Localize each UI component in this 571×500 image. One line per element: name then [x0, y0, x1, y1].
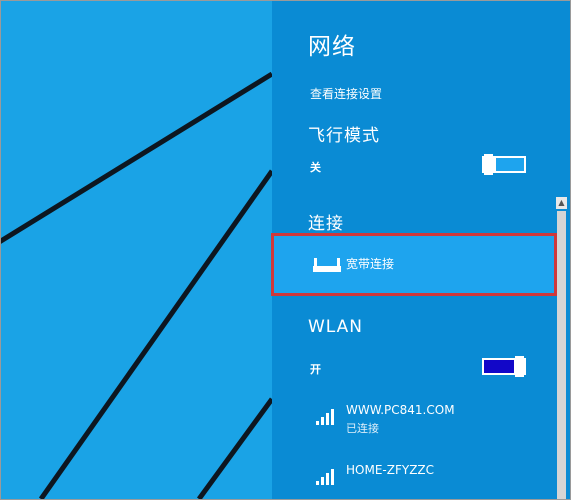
airplane-toggle-thumb [484, 154, 493, 175]
wifi-network-name: WWW.PC841.COM [346, 403, 455, 417]
scrollbar-thumb[interactable] [557, 211, 566, 499]
view-connection-settings-link[interactable]: 查看连接设置 [310, 85, 382, 102]
panel-title: 网络 [308, 34, 356, 60]
airplane-mode-toggle[interactable] [482, 154, 526, 175]
panel-scrollbar[interactable]: ▲ [556, 197, 567, 499]
wifi-network-item[interactable]: WWW.PC841.COM 已连接 [312, 403, 552, 443]
connections-heading: 连接 [308, 214, 344, 234]
wlan-toggle-thumb [515, 356, 524, 377]
wlan-heading: WLAN [308, 317, 364, 337]
airplane-toggle-track [496, 158, 524, 171]
desktop-wallpaper [1, 1, 272, 499]
airplane-mode-heading: 飞行模式 [308, 126, 380, 146]
wlan-toggle[interactable] [482, 356, 526, 377]
wifi-network-status: 已连接 [346, 422, 379, 435]
wired-network-icon [313, 258, 341, 272]
broadband-connection-item[interactable]: 宽带连接 [274, 235, 554, 294]
scroll-up-arrow-icon[interactable]: ▲ [556, 197, 567, 209]
wifi-signal-icon [316, 469, 334, 485]
network-charm-panel: 网络 查看连接设置 飞行模式 关 连接 宽带连接 WLAN 开 WWW.PC84… [272, 1, 570, 499]
wifi-network-name: HOME-ZFYZZC [346, 463, 435, 477]
wifi-signal-icon [316, 409, 334, 425]
airplane-mode-state: 关 [310, 161, 321, 174]
wallpaper-lines [1, 71, 272, 499]
screenshot-frame: 网络 查看连接设置 飞行模式 关 连接 宽带连接 WLAN 开 WWW.PC84… [0, 0, 571, 500]
broadband-connection-label: 宽带连接 [346, 257, 395, 271]
wallpaper-line-upper [1, 71, 272, 244]
wlan-toggle-track [484, 360, 514, 373]
wifi-network-item[interactable]: HOME-ZFYZZC [312, 463, 552, 499]
wallpaper-line-lower [196, 397, 272, 499]
wlan-state: 开 [310, 363, 321, 376]
